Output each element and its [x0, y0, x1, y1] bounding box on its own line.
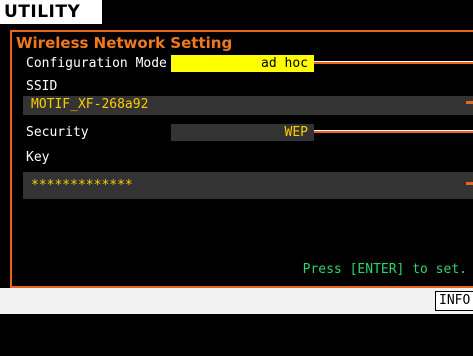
- ssid-leader: [466, 101, 473, 104]
- config-mode-leader: [314, 61, 473, 64]
- config-mode-label: Configuration Mode: [26, 56, 167, 71]
- hint-text: Press [ENTER] to set.: [302, 262, 467, 277]
- config-mode-field[interactable]: ad hoc: [171, 55, 314, 72]
- key-value: *************: [31, 178, 133, 193]
- ssid-label: SSID: [26, 79, 58, 94]
- info-button[interactable]: INFO: [435, 291, 473, 311]
- key-label: Key: [26, 150, 50, 165]
- security-label: Security: [26, 125, 89, 140]
- key-field[interactable]: *************: [23, 172, 473, 199]
- ssid-field[interactable]: MOTIF_XF-268a92: [23, 96, 473, 115]
- tab-utility[interactable]: UTILITY: [0, 0, 102, 24]
- ssid-value: MOTIF_XF-268a92: [31, 97, 149, 112]
- config-mode-value: ad hoc: [261, 56, 308, 71]
- bottom-bar: [0, 288, 473, 314]
- security-field[interactable]: WEP: [171, 124, 314, 141]
- footer-area: [0, 314, 473, 356]
- security-leader: [314, 130, 473, 133]
- security-value: WEP: [284, 125, 308, 140]
- key-leader: [466, 182, 473, 185]
- panel-title: Wireless Network Setting: [16, 34, 233, 52]
- tab-bar: UTILITY: [0, 0, 473, 26]
